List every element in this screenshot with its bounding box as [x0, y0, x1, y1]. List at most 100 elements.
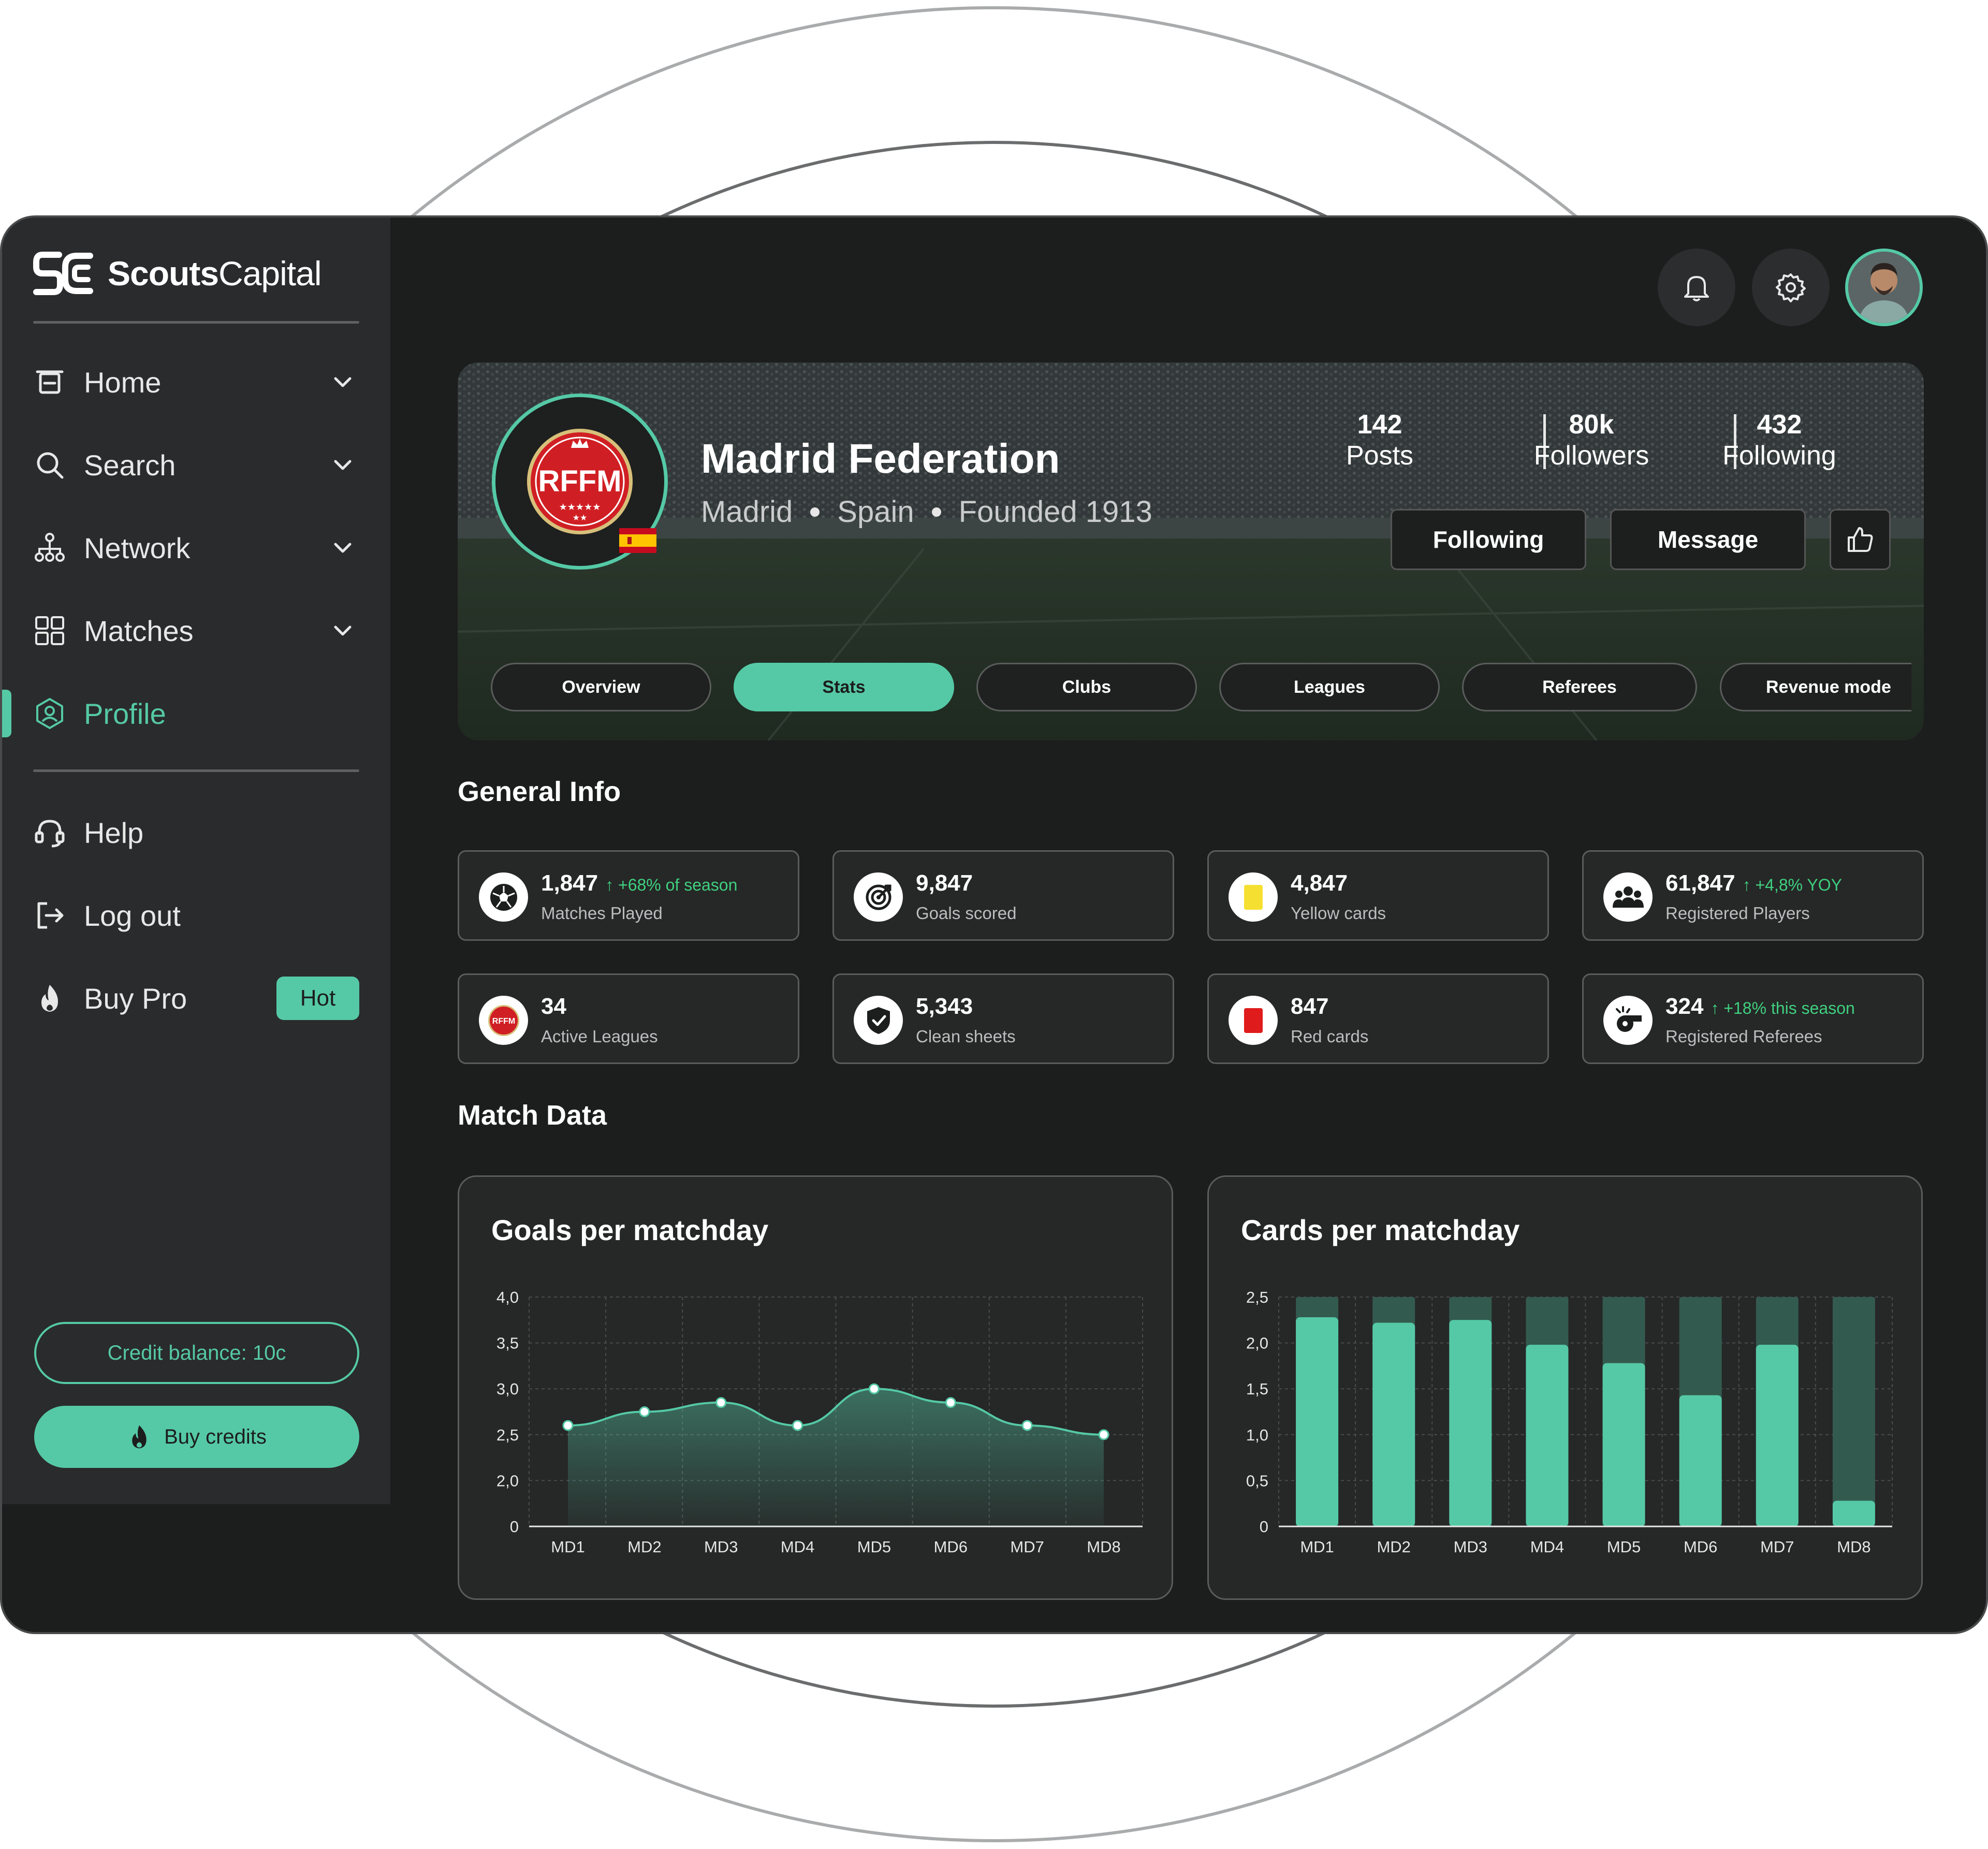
home-icon — [33, 366, 66, 399]
x-tick-label: MD8 — [1837, 1538, 1870, 1556]
avatar[interactable] — [1845, 249, 1923, 326]
target-icon — [854, 872, 903, 922]
chevron-down-icon — [334, 543, 352, 553]
club-meta: Madrid Spain Founded 1913 — [701, 494, 1152, 529]
card-label: Registered Players — [1665, 904, 1810, 923]
card-delta: ↑ +18% this season — [1711, 999, 1855, 1017]
sidebar-item-label: Buy Pro — [84, 982, 187, 1015]
tab-clubs[interactable]: Clubs — [976, 663, 1197, 711]
sidebar-item-buy-pro[interactable]: Buy Pro Hot — [33, 972, 359, 1024]
club-name: Madrid Federation — [701, 435, 1060, 482]
rffm-crest-icon: RFFM ★★★★★ ★★ — [527, 429, 633, 534]
sidebar-item-label: Help — [84, 816, 144, 849]
card-matches-played: 1,847 ↑ +68% of season Matches Played — [458, 850, 799, 941]
tab-overview[interactable]: Overview — [491, 663, 711, 711]
sidebar-item-search[interactable]: Search — [33, 439, 359, 491]
tab-referees[interactable]: Referees — [1462, 663, 1697, 711]
sidebar-item-network[interactable]: Network — [33, 522, 359, 574]
card-value: 1,847 — [541, 870, 598, 896]
brand-logo[interactable]: ScoutsCapital — [33, 249, 322, 298]
y-tick-label: 0 — [1260, 1518, 1268, 1536]
stat-followers[interactable]: 80k Followers — [1516, 409, 1667, 471]
card-label: Active Leagues — [541, 1027, 658, 1046]
following-button[interactable]: Following — [1391, 509, 1586, 570]
y-tick-label: 3,5 — [496, 1334, 519, 1352]
grid-icon — [33, 614, 66, 647]
x-tick-label: MD4 — [781, 1538, 814, 1556]
x-tick-label: MD8 — [1087, 1538, 1120, 1556]
bar — [1679, 1395, 1722, 1526]
x-tick-label: MD1 — [551, 1538, 584, 1556]
data-point — [1098, 1429, 1109, 1440]
goals-chart-card: Goals per matchday 0 2,0 2,5 3,0 3,5 4,0 MD1 MD… — [458, 1175, 1173, 1600]
sidebar-divider — [33, 769, 359, 772]
user-photo-icon — [1848, 252, 1920, 323]
data-point — [639, 1406, 650, 1417]
settings-button[interactable] — [1752, 249, 1830, 326]
bell-icon — [1684, 276, 1709, 301]
x-tick-label: MD7 — [1760, 1538, 1794, 1556]
tab-stats[interactable]: Stats — [734, 663, 954, 711]
x-tick-label: MD5 — [857, 1538, 891, 1556]
separator-dot — [931, 507, 941, 517]
red-card-icon — [1229, 996, 1278, 1045]
card-value: 847 — [1291, 994, 1329, 1019]
sidebar-divider — [33, 321, 359, 324]
card-delta: ↑ +68% of season — [605, 876, 738, 894]
card-value: 9,847 — [916, 870, 973, 896]
flame-icon — [132, 1425, 147, 1449]
goals-per-matchday-chart[interactable]: 0 2,0 2,5 3,0 3,5 4,0 MD1 MD2 MD3 MD4 MD5 MD6 MD7 MD8 — [459, 1177, 1175, 1602]
card-delta: ↑ +4,8% YOY — [1742, 876, 1842, 894]
general-info-title: General Info — [458, 776, 621, 807]
stat-following[interactable]: 432 Following — [1704, 409, 1854, 471]
sidebar-item-help[interactable]: Help — [33, 807, 359, 858]
y-tick-label: 0,5 — [1246, 1472, 1268, 1490]
card-label: Goals scored — [916, 904, 1017, 923]
data-point — [792, 1420, 803, 1431]
sidebar-item-logout[interactable]: Log out — [33, 890, 359, 941]
y-tick-label: 1,0 — [1246, 1426, 1268, 1444]
y-tick-label: 2,5 — [1246, 1288, 1268, 1306]
card-goals-scored: 9,847 Goals scored — [832, 850, 1174, 941]
sidebar-item-label: Network — [84, 531, 191, 564]
stat-posts[interactable]: 142 Posts — [1318, 409, 1442, 471]
brand-name: ScoutsCapital — [108, 254, 322, 293]
credit-balance-button[interactable]: Credit balance: 10c — [34, 1322, 359, 1384]
card-label: Red cards — [1291, 1027, 1369, 1046]
card-red-cards: 847 Red cards — [1207, 973, 1549, 1064]
sidebar-item-profile[interactable]: Profile — [33, 688, 359, 739]
svg-text:★★: ★★ — [573, 513, 588, 522]
data-point — [1021, 1420, 1033, 1431]
svg-text:RFFM: RFFM — [492, 1017, 515, 1026]
x-tick-label: MD7 — [1010, 1538, 1044, 1556]
tab-revenue-mode[interactable]: Revenue mode — [1720, 663, 1911, 711]
gear-icon — [1776, 273, 1806, 302]
x-tick-label: MD6 — [934, 1538, 968, 1556]
bar-track — [1832, 1297, 1875, 1526]
network-icon — [33, 531, 66, 564]
sidebar: ScoutsCapital Home Search Network Matche… — [2, 217, 390, 1504]
sidebar-item-label: Profile — [84, 697, 166, 730]
card-active-leagues: RFFM 34 Active Leagues — [458, 973, 799, 1064]
sidebar-item-matches[interactable]: Matches — [33, 605, 359, 657]
shield-check-icon — [854, 996, 903, 1045]
like-button[interactable] — [1830, 509, 1891, 570]
x-tick-label: MD2 — [1377, 1538, 1410, 1556]
card-value: 34 — [541, 994, 566, 1019]
card-label: Matches Played — [541, 904, 663, 923]
active-indicator — [2, 690, 11, 737]
bar — [1756, 1345, 1799, 1526]
sidebar-item-label: Home — [84, 366, 162, 399]
notifications-button[interactable] — [1658, 249, 1735, 326]
buy-credits-button[interactable]: Buy credits — [34, 1406, 359, 1468]
sidebar-item-home[interactable]: Home — [33, 356, 359, 408]
tab-leagues[interactable]: Leagues — [1219, 663, 1440, 711]
cards-per-matchday-chart[interactable]: 0 0,5 1,0 1,5 2,0 2,5 MD1 MD2 MD3 MD4 MD5 MD6 MD7 MD8 — [1209, 1177, 1924, 1602]
app-window: ScoutsCapital Home Search Network Matche… — [2, 217, 1986, 1632]
message-button[interactable]: Message — [1610, 509, 1806, 570]
card-label: Yellow cards — [1291, 904, 1386, 923]
svg-text:★★★★★: ★★★★★ — [559, 502, 601, 513]
x-tick-label: MD6 — [1684, 1538, 1717, 1556]
x-tick-label: MD5 — [1607, 1538, 1641, 1556]
y-tick-label: 0 — [510, 1518, 519, 1536]
